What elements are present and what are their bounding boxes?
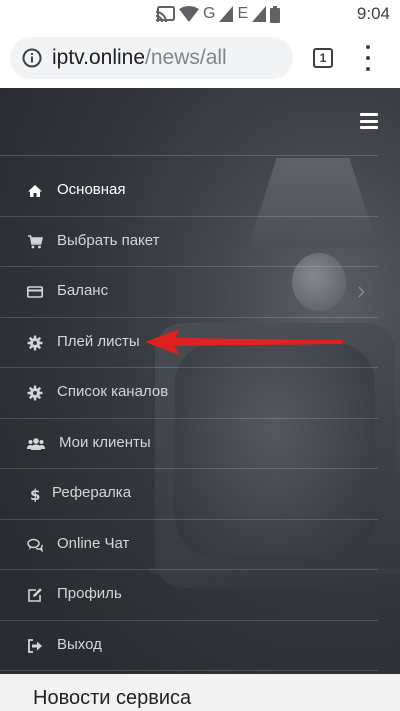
address-bar[interactable]: iptv.online/news/all	[10, 37, 293, 79]
network-type-label: E	[237, 5, 249, 22]
network-type-label: G	[203, 5, 216, 22]
status-icons: G E	[155, 5, 281, 23]
more-menu-icon[interactable]	[360, 45, 376, 71]
signal-icon	[252, 6, 267, 22]
browser-toolbar: iptv.online/news/all 1	[0, 28, 400, 88]
news-section-title: Новости сервиса	[33, 687, 192, 709]
side-menu: Основная Выбрать пакет Баланс Плей листы…	[0, 166, 378, 671]
battery-icon	[270, 5, 281, 23]
menu-item-channel-list[interactable]: Список каналов	[0, 368, 378, 419]
menu-item-label: Плей листы	[57, 332, 140, 350]
menu-item-label: Баланс	[57, 282, 109, 299]
menu-item-label: Список каналов	[57, 383, 169, 400]
url-path: /news/all	[145, 46, 227, 69]
svg-text:$: $	[30, 486, 40, 502]
menu-item-my-clients[interactable]: Мои клиенты	[0, 419, 378, 469]
card-icon	[27, 286, 43, 298]
menu-header	[0, 88, 400, 156]
chat-icon	[27, 538, 43, 552]
edit-icon	[28, 588, 42, 602]
home-icon	[28, 185, 42, 197]
menu-item-logout[interactable]: Выход	[0, 621, 378, 671]
menu-item-label: Выход	[57, 635, 102, 653]
gear-icon	[27, 385, 43, 401]
menu-item-label: Профиль	[57, 585, 122, 602]
menu-item-online-chat[interactable]: Online Чат	[0, 520, 378, 570]
menu-item-choose-package[interactable]: Выбрать пакет	[0, 217, 378, 267]
menu-item-label: Online Чат	[57, 534, 130, 552]
url-domain: iptv.online	[52, 46, 146, 69]
page-content: Основная Выбрать пакет Баланс Плей листы…	[0, 88, 400, 711]
menu-item-balance[interactable]: Баланс	[0, 267, 378, 318]
menu-item-label: Рефералка	[52, 484, 132, 501]
users-icon	[27, 437, 45, 450]
tab-switcher-button[interactable]: 1	[313, 48, 333, 68]
cart-icon	[28, 234, 43, 248]
url-text[interactable]: iptv.online/news/all	[52, 46, 227, 70]
menu-item-home[interactable]: Основная	[0, 166, 378, 217]
menu-item-label: Мои клиенты	[59, 433, 151, 451]
chevron-right-icon	[358, 286, 365, 298]
annotation-arrow	[145, 329, 343, 355]
info-icon[interactable]	[22, 48, 42, 68]
news-section-header: Новости сервиса	[0, 674, 400, 711]
wifi-icon	[179, 6, 199, 22]
clock: 9:04	[356, 4, 390, 23]
gear-icon	[27, 335, 43, 350]
dollar-icon: $	[30, 486, 40, 502]
cast-icon	[155, 6, 175, 22]
status-bar: G E 9:04	[0, 0, 400, 28]
menu-item-label: Основная	[57, 181, 126, 198]
menu-item-referral[interactable]: $ Рефералка	[0, 469, 378, 520]
logout-icon	[28, 638, 42, 653]
hamburger-menu-icon[interactable]	[360, 113, 378, 129]
menu-item-label: Выбрать пакет	[57, 231, 160, 249]
signal-icon	[219, 6, 234, 22]
menu-item-profile[interactable]: Профиль	[0, 570, 378, 621]
